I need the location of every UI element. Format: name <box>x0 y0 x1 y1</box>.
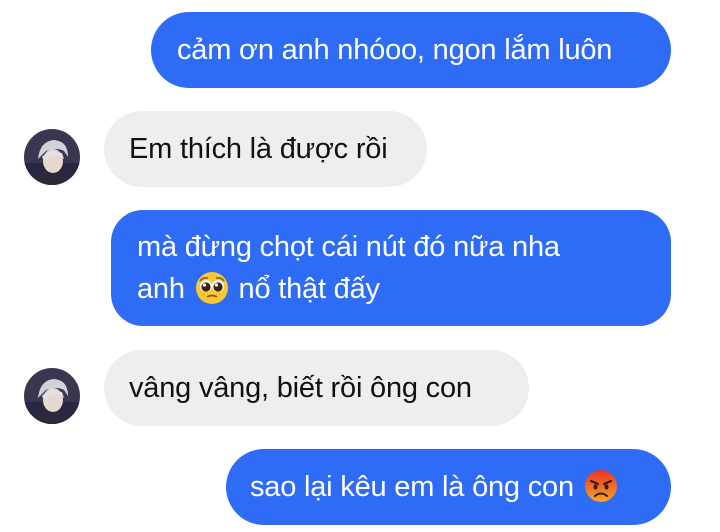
message-text: cảm ơn anh nhóoo, ngon lắm luôn <box>177 34 613 66</box>
contact-avatar[interactable] <box>24 129 80 185</box>
avatar-photo-icon <box>24 129 80 185</box>
pleading-face-emoji-icon <box>195 271 229 305</box>
received-message-bubble[interactable]: Em thích là được rồi <box>104 111 427 187</box>
angry-face-emoji-icon <box>584 469 618 503</box>
sent-message-bubble[interactable]: mà đừng chọt cái nút đó nữa nha anh nổ t… <box>111 210 671 326</box>
message-text-line-1: mà đừng chọt cái nút đó nữa nha <box>137 231 560 263</box>
avatar-photo-icon <box>24 368 80 424</box>
sent-message-bubble[interactable]: sao lại kêu em là ông con <box>226 449 671 525</box>
message-text: anh <box>137 273 185 305</box>
message-text: sao lại kêu em là ông con <box>250 471 574 503</box>
message-text-line-2: anh nổ thật đấy <box>137 268 645 310</box>
received-message-bubble[interactable]: vâng vâng, biết rồi ông con <box>104 350 529 426</box>
contact-avatar[interactable] <box>24 368 80 424</box>
sent-message-bubble[interactable]: cảm ơn anh nhóoo, ngon lắm luôn <box>151 12 671 88</box>
message-text: vâng vâng, biết rồi ông con <box>129 372 472 404</box>
message-text: Em thích là được rồi <box>129 133 388 165</box>
message-text: nổ thật đấy <box>238 273 381 305</box>
